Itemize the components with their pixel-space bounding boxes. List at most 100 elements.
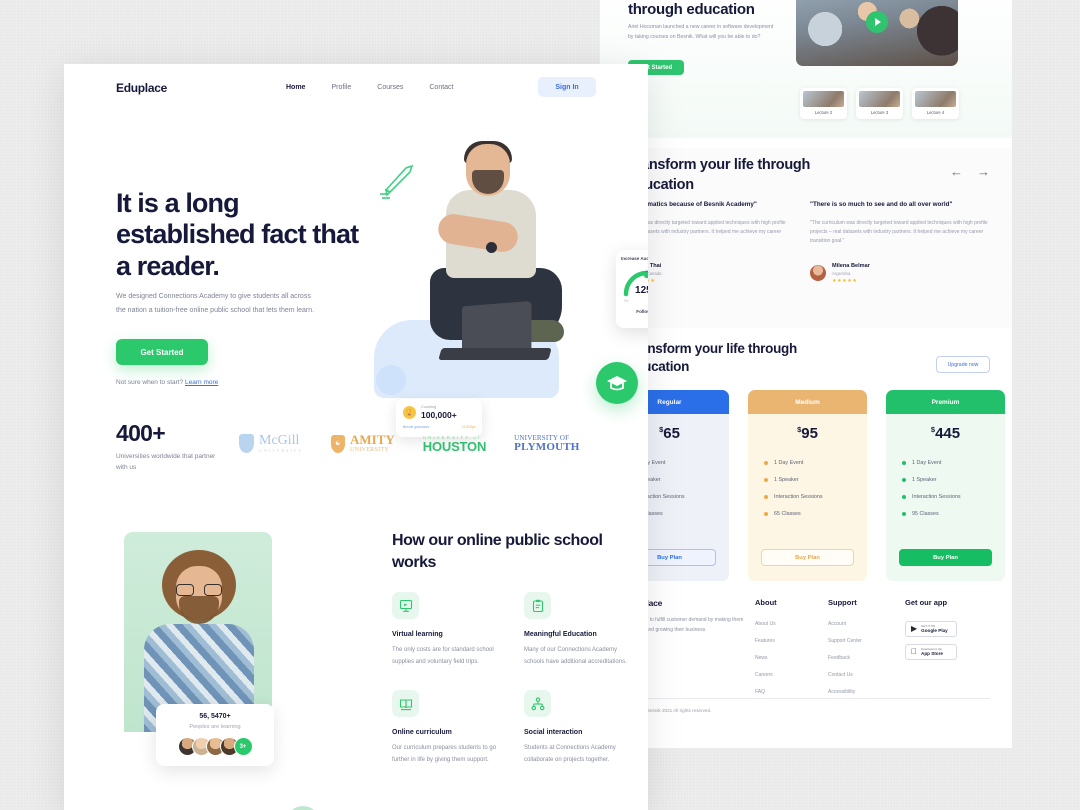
works-title: How our online public school works (392, 532, 603, 571)
lecture-image (859, 91, 900, 107)
feature-label: 95 Classes (912, 511, 939, 517)
back-hero-paragraph: Ariel Hocsman launched a new career in s… (628, 24, 774, 40)
nav-item-profile[interactable]: Profile (331, 84, 351, 91)
audience-card-footer: Followers (636, 309, 648, 314)
footer-column-support: Support Account Support Center Feedback … (828, 598, 862, 706)
feature-desc: Many of our Connections Academy schools … (524, 647, 627, 665)
lecture-image (915, 91, 956, 107)
plan-price: $445 (886, 425, 1005, 442)
arrow-right-icon[interactable]: → (977, 164, 990, 179)
plan-feature: 1 Day Event (902, 460, 1005, 466)
logo-main: AMITY (350, 432, 395, 448)
hero-note: Not sure when to start? Learn more (116, 379, 218, 386)
pricing-title: Transform your life through education (628, 341, 797, 375)
feature-grid: Virtual learning The only costs are for … (392, 592, 632, 767)
footer: Eduplace Our motto to fulfill customer d… (600, 584, 1012, 748)
pricing-plan-list: Regular $65 1 Day Event 1 Speaker Intera… (610, 390, 1005, 581)
upgrade-now-button[interactable]: Upgrade now (936, 356, 990, 373)
pricing-plan-medium: Medium $95 1 Day Event 1 Speaker Interac… (748, 390, 867, 581)
feature-label: Interaction Sessions (912, 494, 961, 500)
footer-link[interactable]: Support Center (828, 638, 862, 644)
bullet-icon (902, 495, 906, 499)
hero-note-text: Not sure when to start? (116, 379, 184, 386)
footer-link[interactable]: Accessibility (828, 689, 862, 695)
hero-person-image (420, 141, 570, 372)
secondary-page-panel: Transform your life through education Ar… (600, 0, 1012, 748)
footer-link[interactable]: FAQ (755, 689, 777, 695)
plan-header: Medium (748, 390, 867, 414)
testimonial-author: Milena Belmar Argentina ★★★★★ (810, 263, 1000, 284)
nav-item-contact[interactable]: Contact (429, 84, 453, 91)
bullet-icon (764, 478, 768, 482)
lecture-thumbnail[interactable]: Lecture 3 (856, 88, 903, 119)
footer-column-title: Support (828, 598, 857, 607)
logo-sub: UNIVERSITY (259, 447, 303, 453)
network-people-icon (524, 690, 551, 718)
navbar: Eduplace Home Profile Courses Contact Si… (64, 64, 648, 112)
footer-link[interactable]: Contact Us (828, 672, 862, 678)
price-value: 445 (935, 425, 961, 442)
back-hero-section: Transform your life through education Ar… (600, 0, 1012, 138)
partners-count: 400+ (116, 420, 166, 446)
app-store-badge[interactable]:  Download on the App Store (905, 644, 957, 660)
lecture-thumbnail[interactable]: Lecture 2 (800, 88, 847, 119)
author-location: Argentina (832, 270, 851, 276)
feature-social-interaction: Social interaction Students at Connectio… (524, 690, 632, 766)
plan-feature: Interaction Sessions (764, 494, 867, 500)
testimonial-nav: ← → (950, 164, 990, 179)
footer-column-title: Get our app (905, 598, 948, 607)
get-started-button[interactable]: Get Started (116, 339, 208, 365)
pricing-plan-premium: Premium $445 1 Day Event 1 Speaker Inter… (886, 390, 1005, 581)
gauge-value: 125K (635, 285, 648, 296)
footer-link[interactable]: News (755, 655, 777, 661)
feature-desc: Students at Connections Academy collabor… (524, 745, 616, 764)
footer-link[interactable]: Features (755, 638, 777, 644)
plan-features: 1 Day Event 1 Speaker Interaction Sessio… (902, 460, 1005, 517)
footer-link[interactable]: About Us (755, 621, 777, 627)
feature-label: 65 Classes (774, 511, 801, 517)
feature-label: 1 Day Event (774, 460, 804, 466)
plan-body: $95 1 Day Event 1 Speaker Interaction Se… (748, 414, 867, 581)
buy-plan-button[interactable]: Buy Plan (761, 549, 854, 566)
promo-video-thumbnail[interactable] (796, 0, 958, 66)
testimonial-quote: "There is so much to see and do all over… (810, 201, 953, 208)
google-play-badge[interactable]: ▶ GET IT ON Google Play (905, 621, 957, 637)
partner-logo-mcgill: McGill UNIVERSITY (239, 434, 303, 453)
sign-in-button[interactable]: Sign In (538, 77, 596, 97)
avatar (810, 265, 826, 281)
footer-link[interactable]: Feedback (828, 655, 862, 661)
footer-link[interactable]: Careers (755, 672, 777, 678)
partner-logo-plymouth: UNIVERSITY OF PLYMOUTH (514, 434, 579, 453)
learn-more-link[interactable]: Learn more (185, 379, 218, 386)
footer-divider (626, 698, 990, 699)
presentation-board-icon (392, 592, 419, 619)
counting-label: Counting (421, 405, 437, 409)
feature-online-curriculum: Online curriculum Our curriculum prepare… (392, 690, 500, 766)
feature-desc: Our curriculum prepares students to go f… (392, 745, 497, 764)
avatar-group: 3+ (156, 737, 274, 756)
partner-logo-amity: ☯ AMITY UNIVERSITY (331, 432, 395, 453)
page-title: It is a long established fact that a rea… (116, 188, 359, 281)
plan-body: $445 1 Day Event 1 Speaker Interaction S… (886, 414, 1005, 581)
play-icon[interactable] (866, 11, 888, 33)
nav-item-home[interactable]: Home (286, 84, 305, 91)
testimonials-title: Transform your life through education (628, 157, 811, 193)
logo-sub: UNIVERSITY (350, 446, 389, 453)
buy-plan-button[interactable]: Buy Plan (899, 549, 992, 566)
lecture-label: Lecture 2 (814, 110, 833, 115)
feature-label: 1 Day Event (912, 460, 942, 466)
nav-item-courses[interactable]: Courses (377, 84, 403, 91)
how-it-works-section: How our online public school works Virtu… (64, 522, 648, 810)
feature-meaningful-education: Meaningful Education Many of our Connect… (524, 592, 632, 668)
rocket-icon (380, 164, 414, 199)
logo[interactable]: Eduplace (116, 81, 167, 95)
lecture-thumbnail[interactable]: Lecture 4 (912, 88, 959, 119)
arrow-left-icon[interactable]: ← (950, 164, 963, 179)
student-photo (124, 532, 272, 732)
bullet-icon (902, 512, 906, 516)
footer-column-title: About (755, 598, 777, 607)
footer-link[interactable]: Account (828, 621, 862, 627)
logo-main: HOUSTON (422, 438, 487, 454)
partners-section: 400+ Universities worldwide that partner… (64, 412, 648, 522)
peoples-label: Peoples are learning (189, 724, 241, 730)
